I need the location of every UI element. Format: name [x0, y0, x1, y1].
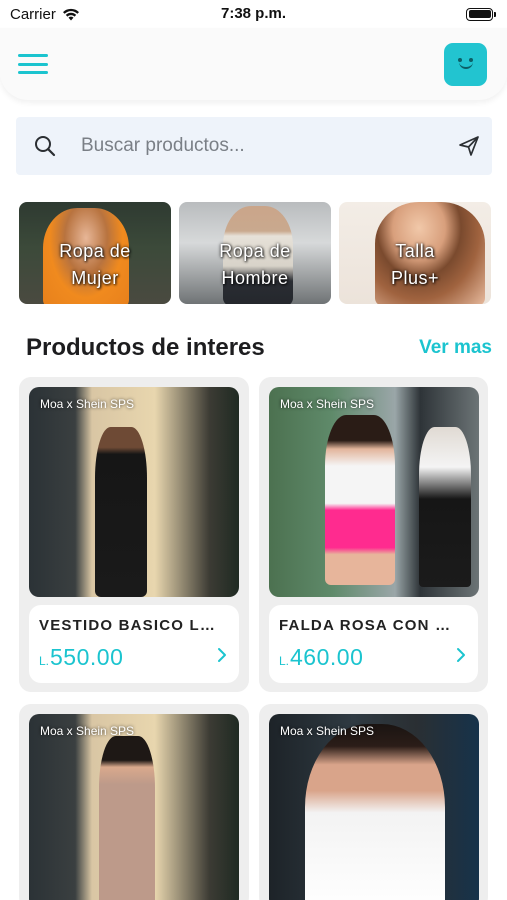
product-image: Moa x Shein SPS: [29, 387, 239, 597]
smile-icon: [458, 57, 462, 62]
chevron-right-icon[interactable]: [217, 647, 227, 663]
send-icon[interactable]: [458, 135, 480, 157]
search-icon[interactable]: [34, 135, 56, 157]
status-left: Carrier: [10, 6, 80, 23]
clock-time: 7:38 p.m.: [220, 5, 287, 22]
product-image: Moa x Shein SPS: [269, 714, 479, 900]
search-bar: [16, 117, 492, 175]
product-currency: L.: [279, 654, 290, 668]
product-card[interactable]: Moa x Shein SPS VESTIDO BASICO LA... L. …: [19, 377, 249, 692]
product-currency: L.: [39, 654, 50, 668]
product-image: Moa x Shein SPS: [269, 387, 479, 597]
search-input[interactable]: [81, 135, 458, 157]
product-info: VESTIDO BASICO LA... L. 550.00: [29, 605, 239, 683]
battery-icon: [466, 7, 496, 21]
product-info: FALDA ROSA CON M... L. 460.00: [269, 605, 478, 683]
category-label: Ropa de Hombre: [219, 241, 291, 288]
product-name: VESTIDO BASICO LA...: [39, 617, 219, 634]
section-title: Productos de interes: [26, 334, 265, 361]
product-brand: Moa x Shein SPS: [40, 397, 135, 411]
product-price: 460.00: [290, 644, 364, 670]
product-card[interactable]: Moa x Shein SPS: [259, 704, 488, 900]
see-more-link[interactable]: Ver mas: [419, 337, 492, 359]
product-card[interactable]: Moa x Shein SPS FALDA ROSA CON M... L. 4…: [259, 377, 488, 692]
category-label: Ropa de Mujer: [59, 241, 131, 288]
product-card[interactable]: Moa x Shein SPS: [19, 704, 249, 900]
product-brand: Moa x Shein SPS: [40, 724, 135, 738]
wifi-icon: [62, 8, 79, 20]
product-price-row: L. 550.00: [39, 644, 229, 671]
category-carousel: Ropa de Mujer Ropa de Hombre Talla Plus+: [19, 202, 491, 304]
hamburger-icon[interactable]: [18, 54, 48, 74]
product-price-row: L. 460.00: [279, 644, 468, 671]
category-card-plus[interactable]: Talla Plus+: [339, 202, 491, 304]
carrier-label: Carrier: [10, 5, 56, 23]
category-label: Talla Plus+: [390, 241, 440, 288]
product-image: Moa x Shein SPS: [29, 714, 239, 900]
category-card-men[interactable]: Ropa de Hombre: [179, 202, 331, 304]
category-card-women[interactable]: Ropa de Mujer: [19, 202, 171, 304]
product-name: FALDA ROSA CON M...: [279, 617, 459, 634]
profile-button[interactable]: [444, 42, 487, 86]
status-bar: Carrier 7:38 p.m.: [0, 0, 507, 28]
app-header: [0, 28, 507, 100]
product-price: 550.00: [50, 644, 124, 670]
product-grid: Moa x Shein SPS VESTIDO BASICO LA... L. …: [19, 377, 488, 900]
section-header: Productos de interes Ver mas: [26, 334, 492, 362]
product-brand: Moa x Shein SPS: [280, 397, 375, 411]
chevron-right-icon[interactable]: [456, 647, 466, 663]
product-brand: Moa x Shein SPS: [280, 724, 375, 738]
